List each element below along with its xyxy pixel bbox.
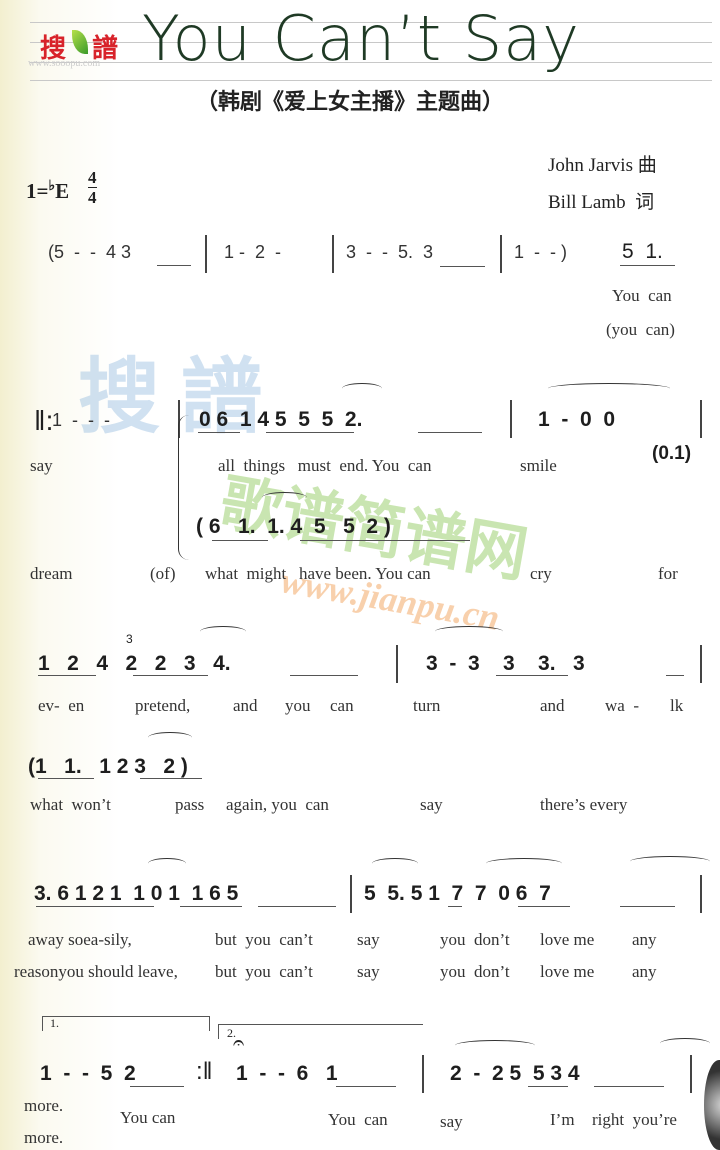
lyric: smile	[520, 456, 557, 475]
measure-notes: 1 - - -	[52, 410, 110, 430]
lyric: away soea-sily,	[28, 930, 132, 949]
lyric: say	[440, 1112, 463, 1131]
measure-notes: 2 - 2 5 5 3 4	[450, 1062, 580, 1085]
volta-2-bracket	[218, 1024, 423, 1039]
time-signature: 44	[88, 168, 97, 207]
lyric: dream	[30, 564, 73, 583]
page-corner-image	[704, 1060, 720, 1150]
alt-notes: (0.1)	[652, 443, 692, 464]
lyric: pretend,	[135, 696, 191, 715]
lyric: say	[357, 930, 380, 949]
lyric: and	[540, 696, 565, 715]
lyric: more.	[24, 1128, 64, 1147]
time-bottom: 4	[88, 188, 97, 207]
lyric: there’s every	[540, 795, 628, 814]
measure-notes: 1 - 2 -	[224, 242, 282, 262]
repeat-end-sign: :‖	[196, 1058, 213, 1085]
triplet-mark: 3	[126, 632, 133, 646]
lyric: for	[658, 564, 678, 583]
lyric: can	[330, 696, 354, 715]
lyric: You can	[328, 1110, 388, 1129]
lyric: pass	[175, 795, 205, 814]
measure-notes: 5 5. 5 1 7 7 0 6 7	[364, 882, 551, 905]
measure-notes: 3 - - 5. 3	[346, 242, 434, 262]
lyric: more.	[24, 1096, 64, 1115]
lyric: cry	[530, 564, 552, 583]
measure-notes: 1 - 0 0	[538, 408, 616, 431]
fermata-icon: 𝄐	[233, 1032, 245, 1054]
lyric: I’m	[550, 1110, 575, 1129]
lyric: You can	[120, 1108, 176, 1127]
measure-notes: 1 - - )	[514, 242, 567, 262]
lyric: and	[233, 696, 258, 715]
measure-notes: 3. 6 1 2 1 1 0 1 1 6 5	[34, 882, 239, 905]
lyric: again, you can	[226, 795, 329, 814]
lyric: say	[420, 795, 443, 814]
repeat-start-sign: ‖:	[34, 405, 54, 436]
lyric: You can	[612, 286, 672, 305]
brace	[178, 415, 189, 560]
leaf-icon	[72, 30, 88, 54]
lyric: any	[632, 962, 657, 981]
lyric: what might have been. You can	[205, 564, 431, 583]
lyric: love me	[540, 962, 595, 981]
lyric: lk	[670, 696, 684, 715]
measure-notes: 0 6 1 4 5 5 5 2.	[199, 408, 363, 431]
measure-notes: 3 - 3 3 3. 3	[426, 652, 585, 675]
lyric: turn	[413, 696, 441, 715]
measure-notes: (5 - - 4 3	[48, 242, 132, 262]
measure-notes: 1 2 4 2 2 3 4.	[38, 652, 231, 675]
song-title: You Can’t Say	[142, 2, 580, 75]
lyric: what won’t	[30, 795, 111, 814]
lyric: say	[357, 962, 380, 981]
lyric: but you can’t	[215, 962, 313, 981]
lyric: love me	[540, 930, 595, 949]
measure-notes: ( 6 1. 1. 4 5 5 2 )	[196, 515, 391, 538]
time-top: 4	[88, 168, 97, 188]
lyric: you don’t	[440, 930, 510, 949]
lyricist-credit: Bill Lamb 词	[548, 192, 655, 213]
lyric: you	[285, 696, 311, 715]
key-note: E	[55, 179, 70, 203]
key-signature: 1=♭E	[26, 178, 69, 204]
lyric: right you’re	[592, 1110, 677, 1129]
composer-credit: John Jarvis 曲	[548, 155, 657, 176]
lyric: say	[30, 456, 53, 475]
volta-1-bracket	[42, 1016, 210, 1031]
lyric: wa -	[605, 696, 639, 715]
volta-1-label: 1.	[50, 1016, 59, 1030]
lyric: (you can)	[606, 320, 675, 339]
lyric: (of)	[150, 564, 176, 583]
measure-notes: 1 - - 5 2	[40, 1062, 136, 1085]
measure-notes: (1 1. 1 2 3 2 )	[28, 755, 188, 778]
lyric: but you can’t	[215, 930, 313, 949]
lyric: ev- en	[38, 696, 85, 715]
key-prefix: 1=	[26, 179, 49, 203]
logo-url: www.sooopu.com	[28, 58, 101, 69]
measure-notes: 1 - - 6 1	[236, 1062, 338, 1085]
lyric: reasonyou should leave,	[14, 962, 178, 981]
lyric: all things must end. You can	[218, 456, 432, 475]
lyric: any	[632, 930, 657, 949]
pickup-notes: 5 1.	[622, 240, 663, 263]
song-subtitle: （韩剧《爱上女主播》主题曲）	[196, 90, 505, 115]
lyric: you don’t	[440, 962, 510, 981]
